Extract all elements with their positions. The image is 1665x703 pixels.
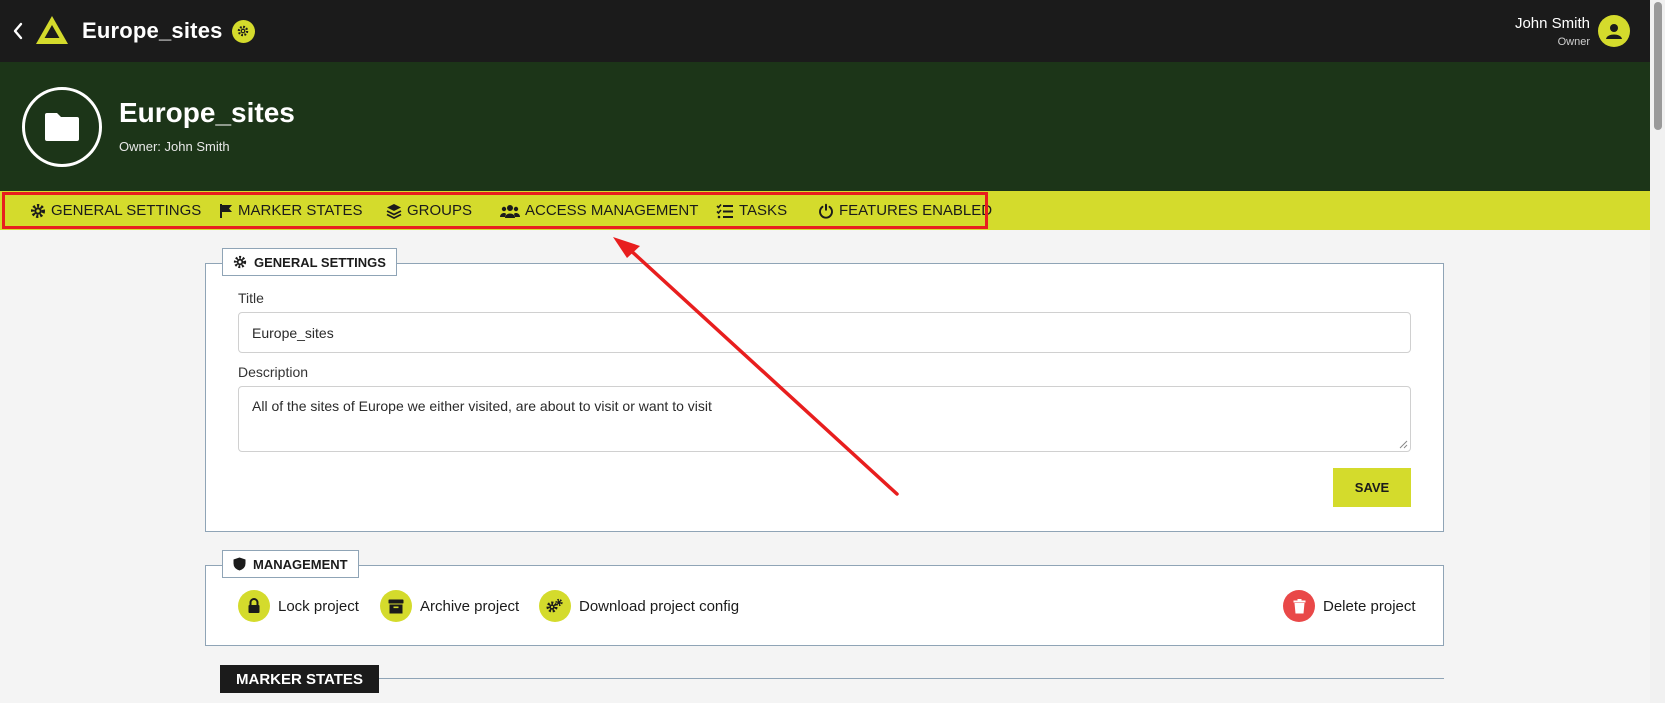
user-role: Owner — [1557, 35, 1590, 48]
app-title: Europe_sites — [82, 18, 223, 43]
lock-project-label: Lock project — [278, 597, 359, 615]
project-settings-gear-icon[interactable] — [231, 19, 255, 43]
archive-project-label: Archive project — [420, 597, 520, 615]
gear-icon — [233, 255, 247, 269]
top-bar: Europe_sites John Smith Owner — [0, 0, 1650, 62]
download-project-config-label: Download project config — [579, 597, 740, 615]
lock-project-button[interactable]: Lock project — [238, 590, 359, 622]
save-button[interactable]: SAVE — [1333, 468, 1411, 507]
archive-box-icon — [380, 590, 412, 622]
marker-states-divider — [220, 678, 1444, 679]
trash-icon — [1283, 590, 1315, 622]
description-label: Description — [238, 364, 309, 380]
archive-project-button[interactable]: Archive project — [380, 590, 519, 622]
description-textarea[interactable]: All of the sites of Europe we either vis… — [238, 386, 1411, 452]
gears-icon — [539, 590, 571, 622]
folder-icon — [22, 87, 102, 167]
lock-icon — [238, 590, 270, 622]
delete-project-button[interactable]: Delete project — [1283, 590, 1416, 622]
management-legend: MANAGEMENT — [222, 550, 359, 578]
project-header: Europe_sites Owner: John Smith — [0, 62, 1650, 191]
shield-icon — [233, 557, 246, 571]
project-owner: Owner: John Smith — [119, 139, 230, 154]
general-settings-legend: GENERAL SETTINGS — [222, 248, 397, 276]
marker-states-heading: MARKER STATES — [220, 665, 379, 693]
description-text: All of the sites of Europe we either vis… — [252, 398, 712, 414]
scrollbar-thumb[interactable] — [1654, 2, 1662, 130]
page-scrollbar[interactable] — [1650, 0, 1665, 703]
back-chevron-icon[interactable] — [6, 22, 30, 40]
resize-handle-icon[interactable] — [1399, 440, 1408, 449]
title-label: Title — [238, 290, 264, 306]
tabs-highlight-box — [2, 192, 988, 229]
user-menu[interactable]: John Smith Owner — [1515, 0, 1630, 62]
project-title: Europe_sites — [119, 97, 295, 128]
legend-text: GENERAL SETTINGS — [254, 254, 386, 270]
title-input[interactable]: Europe_sites — [238, 312, 1411, 353]
download-project-config-button[interactable]: Download project config — [539, 590, 739, 622]
legend-text: MANAGEMENT — [253, 556, 348, 572]
delete-project-label: Delete project — [1323, 597, 1416, 615]
settings-tabs: GENERAL SETTINGS MARKER STATES GROUPS AC… — [0, 191, 1650, 230]
app-logo-icon[interactable] — [32, 11, 72, 51]
user-name: John Smith — [1514, 14, 1590, 32]
avatar-icon[interactable] — [1598, 15, 1630, 47]
